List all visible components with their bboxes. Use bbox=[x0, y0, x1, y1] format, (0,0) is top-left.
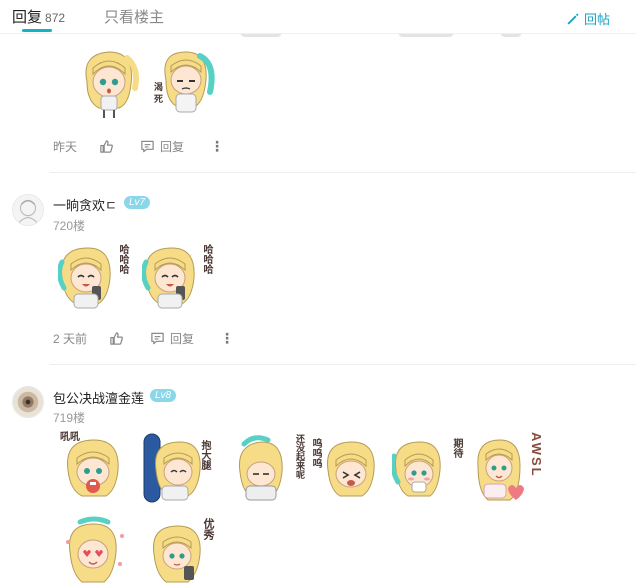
post-time: 2 天前 bbox=[53, 332, 88, 346]
chibi-girl-image: 渴 死 bbox=[153, 51, 215, 113]
more-options-icon[interactable]: ⋮ bbox=[220, 330, 234, 347]
sticker-caption: 优秀 bbox=[202, 518, 214, 540]
post-time: 昨天 bbox=[53, 140, 78, 154]
sticker-eating[interactable]: 吼吼 bbox=[58, 430, 130, 506]
sticker-caption: 吼吼 bbox=[60, 432, 80, 443]
sticker-caption: AWSL bbox=[529, 432, 544, 478]
more-options-icon[interactable]: ⋮ bbox=[210, 138, 224, 155]
sticker-caption: 呜呜呜 bbox=[310, 438, 321, 468]
new-reply-button[interactable]: 回帖 bbox=[566, 9, 610, 28]
sticker-caption: 还没起来呢 bbox=[295, 434, 305, 479]
sticker-phone-laugh[interactable]: 哈哈哈 bbox=[142, 238, 214, 314]
post-divider bbox=[50, 364, 636, 365]
avatar[interactable] bbox=[12, 194, 44, 226]
avatar[interactable] bbox=[12, 386, 44, 418]
thumbs-up-icon bbox=[110, 332, 123, 345]
username[interactable]: 包公决战澶金莲 bbox=[53, 388, 144, 407]
level-badge: Lv7 bbox=[124, 196, 151, 209]
sticker-caption: 哈哈哈 bbox=[117, 244, 128, 274]
sticker-caption: 抱大腿 bbox=[199, 440, 210, 470]
reply-tab-bar: 回复 872 只看楼主 回帖 bbox=[0, 0, 636, 34]
reply-count: 872 bbox=[45, 11, 66, 25]
sticker-speechless[interactable]: 渴 死 bbox=[148, 44, 220, 120]
active-tab-indicator bbox=[22, 29, 52, 32]
sticker-sob[interactable]: 呜呜呜 bbox=[310, 430, 382, 506]
sticker-caption: 期待 bbox=[451, 438, 462, 458]
reply-link[interactable]: 回复 bbox=[150, 330, 194, 347]
sticker-phone-laugh[interactable]: 哈哈哈 bbox=[58, 238, 130, 314]
post-reply-page: 回复 872 只看楼主 回帖 渴 死 昨天 回复 ⋮ 一晌贪欢ㄷ Lv7 720… bbox=[0, 0, 636, 584]
svg-text:死: 死 bbox=[153, 94, 163, 104]
new-reply-label: 回帖 bbox=[583, 12, 610, 27]
sticker-surprised[interactable] bbox=[73, 44, 145, 120]
like-button[interactable] bbox=[99, 139, 114, 154]
level-badge: Lv8 bbox=[150, 389, 177, 402]
sticker-hug-pillow[interactable]: 抱大腿 bbox=[140, 430, 212, 506]
username[interactable]: 一晌贪欢ㄷ bbox=[53, 195, 117, 214]
thumbs-up-icon bbox=[100, 140, 113, 153]
tab-only-op[interactable]: 只看楼主 bbox=[104, 6, 164, 27]
svg-text:渴: 渴 bbox=[154, 81, 163, 92]
post-actions: 昨天 回复 ⋮ bbox=[53, 138, 224, 155]
tab-replies-label: 回复 bbox=[12, 9, 43, 26]
user-avatar-image bbox=[13, 195, 43, 225]
comment-icon bbox=[151, 332, 164, 345]
tab-replies[interactable]: 回复 872 bbox=[12, 6, 65, 27]
reply-link-label: 回复 bbox=[160, 140, 185, 154]
sticker-excellent[interactable]: 优秀 bbox=[146, 512, 218, 584]
chibi-girl-image bbox=[66, 516, 124, 583]
sticker-heart-eyes[interactable] bbox=[60, 512, 132, 584]
post-divider bbox=[50, 172, 636, 173]
sticker-shy[interactable]: 期待 bbox=[392, 430, 464, 506]
user-avatar-image bbox=[13, 387, 43, 417]
chibi-girl-image bbox=[85, 51, 139, 118]
floor-number: 719楼 bbox=[53, 411, 86, 425]
floor-number: 720楼 bbox=[53, 219, 86, 233]
sticker-awsl[interactable]: AWSL bbox=[474, 430, 546, 506]
reply-link[interactable]: 回复 bbox=[140, 138, 184, 155]
pencil-icon bbox=[567, 12, 579, 24]
comment-icon bbox=[141, 140, 154, 153]
post-actions: 2 天前 回复 ⋮ bbox=[53, 330, 234, 347]
sticker-caption: 哈哈哈 bbox=[201, 244, 212, 274]
like-button[interactable] bbox=[109, 331, 124, 346]
reply-link-label: 回复 bbox=[170, 332, 195, 346]
sticker-mumble[interactable]: 还没起来呢 bbox=[234, 430, 306, 506]
